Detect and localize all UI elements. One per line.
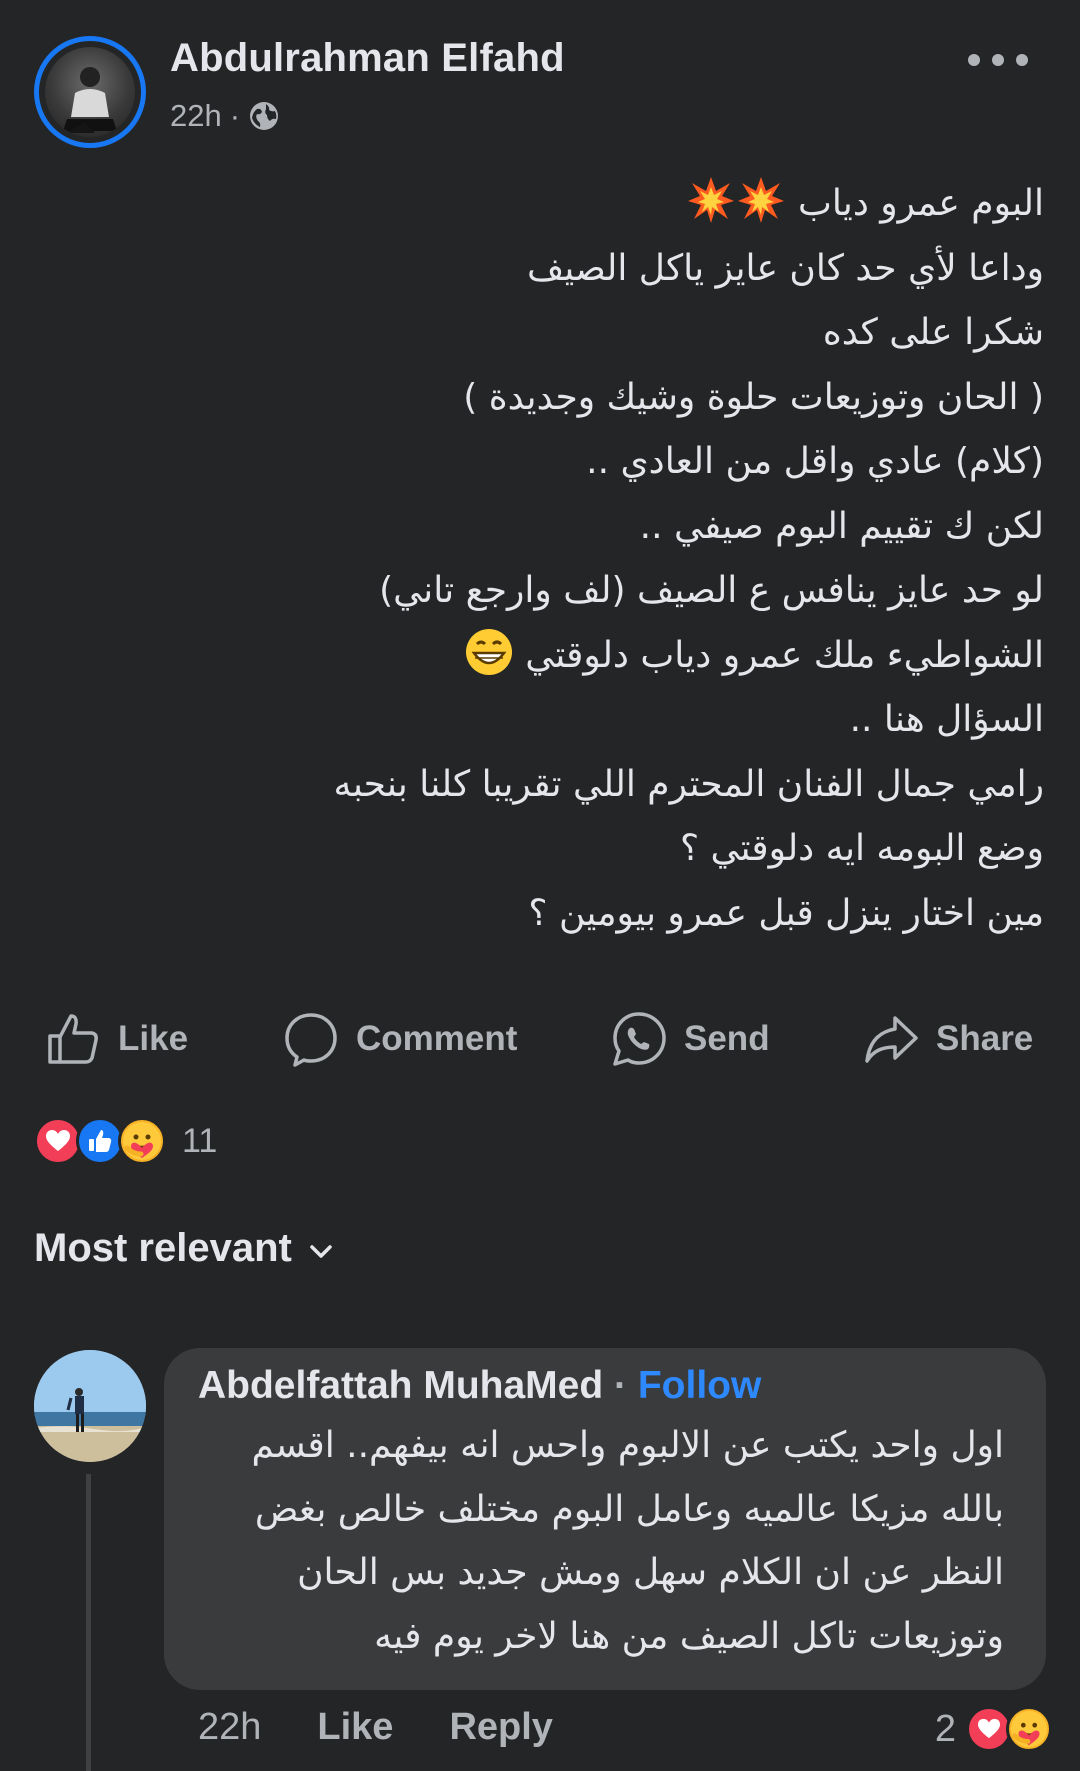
post-line: البوم عمرو دياب — [84, 172, 1044, 237]
comment-separator: · — [614, 1364, 628, 1407]
more-options-button[interactable] — [968, 50, 1028, 70]
like-reaction-icon — [76, 1117, 124, 1165]
comment-time[interactable]: 22h — [198, 1706, 261, 1749]
more-dot-icon — [968, 54, 980, 66]
send-button[interactable]: Send — [610, 1004, 770, 1074]
share-button[interactable]: Share — [862, 1004, 1033, 1074]
comment-reaction-count: 2 — [934, 1707, 956, 1750]
whatsapp-icon — [613, 1012, 666, 1066]
comment-line: بالله مزيكا عالميه وعامل البوم مختلف خال… — [254, 1488, 1004, 1530]
care-reaction-icon — [118, 1117, 166, 1165]
collision-emoji-icon — [736, 175, 786, 225]
comment-sort-dropdown[interactable]: Most relevant — [34, 1226, 336, 1271]
post-line: شكرا على كده — [822, 312, 1044, 353]
post-line: لو حد عايز ينافس ع الصيف (لف وارجع تاني) — [379, 570, 1044, 611]
comment-bubble-icon — [285, 1013, 337, 1067]
post-time[interactable]: 22h — [170, 98, 222, 134]
share-arrow-icon — [865, 1016, 918, 1063]
author-avatar[interactable] — [34, 36, 146, 148]
post-text: البوم عمرو دياب وداعا لأي حد كان عايز يا… — [84, 172, 1044, 946]
post-line: السؤال هنا .. — [849, 699, 1044, 740]
thumbs-up-icon — [48, 1014, 98, 1064]
globe-icon — [248, 100, 280, 132]
commenter-avatar[interactable] — [34, 1350, 146, 1462]
like-label: Like — [118, 1019, 189, 1058]
post-line: ( الحان وتوزيعات حلوة وشيك وجديدة ) — [463, 376, 1044, 418]
grinning-face-emoji-icon — [464, 627, 514, 677]
meta-separator: · — [229, 98, 241, 133]
comment-line: وتوزيعات تاكل الصيف من هنا لاخر يوم فيه — [374, 1615, 1004, 1657]
commenter-name[interactable]: Abdelfattah MuhaMed — [198, 1364, 603, 1407]
reaction-count: 11 — [182, 1121, 218, 1160]
author-avatar-image — [45, 47, 135, 137]
post-screen: Abdulrahman Elfahd 22h · البوم عمرو دياب… — [0, 0, 1080, 1771]
comment-line: اول واحد يكتب عن الالبوم واحس انه بيفهم.… — [251, 1425, 1004, 1466]
comment-text: اول واحد يكتب عن الالبوم واحس انه بيفهم.… — [194, 1414, 1004, 1668]
more-dot-icon — [1016, 54, 1028, 66]
sort-label: Most relevant — [34, 1226, 292, 1270]
comment-button[interactable]: Comment — [282, 1004, 517, 1074]
comment-reactions[interactable]: 2 — [934, 1706, 1052, 1752]
comment-reply-button[interactable]: Reply — [449, 1706, 552, 1749]
share-label: Share — [936, 1019, 1034, 1058]
comment-like-button[interactable]: Like — [317, 1706, 393, 1749]
comment-bubble: Abdelfattah MuhaMed · Follow اول واحد يك… — [164, 1348, 1046, 1690]
reactions-summary[interactable]: 11 — [34, 1116, 217, 1166]
post-line: (كلام) عادي واقل من العادي .. — [586, 441, 1044, 482]
post-line: لكن ك تقييم البوم صيفي .. — [639, 505, 1044, 547]
comment-thread-line — [86, 1474, 91, 1771]
comment-footer: 22h Like Reply — [198, 1706, 553, 1749]
care-reaction-icon — [1006, 1706, 1052, 1752]
more-dot-icon — [992, 54, 1004, 66]
post-line: وضع البومه ايه دلوقتي ؟ — [679, 828, 1044, 869]
post-line: رامي جمال الفنان المحترم اللي تقريبا كلن… — [333, 763, 1044, 805]
comment-line: النظر عن ان الكلام سهل ومش جديد بس الحان — [297, 1552, 1004, 1593]
post-action-bar: Like Comment Send Share — [0, 1004, 1080, 1074]
chevron-down-icon — [310, 1244, 332, 1258]
collision-emoji-icon — [686, 175, 736, 225]
post-line: الشواطيء ملك عمرو دياب دلوقتي — [84, 624, 1044, 689]
follow-link[interactable]: Follow — [638, 1364, 761, 1407]
author-name[interactable]: Abdulrahman Elfahd — [170, 36, 565, 81]
send-label: Send — [684, 1019, 770, 1058]
post-meta: 22h · — [170, 98, 280, 134]
post-line: وداعا لأي حد كان عايز ياكل الصيف — [527, 247, 1044, 289]
post-line: مين اختار ينزل قبل عمرو بيومين ؟ — [528, 892, 1044, 934]
post-header: Abdulrahman Elfahd 22h · — [34, 36, 1046, 148]
love-reaction-icon — [34, 1117, 82, 1165]
like-button[interactable]: Like — [44, 1004, 188, 1074]
comment-header: Abdelfattah MuhaMed · Follow — [198, 1364, 761, 1408]
comment-label: Comment — [356, 1019, 518, 1058]
